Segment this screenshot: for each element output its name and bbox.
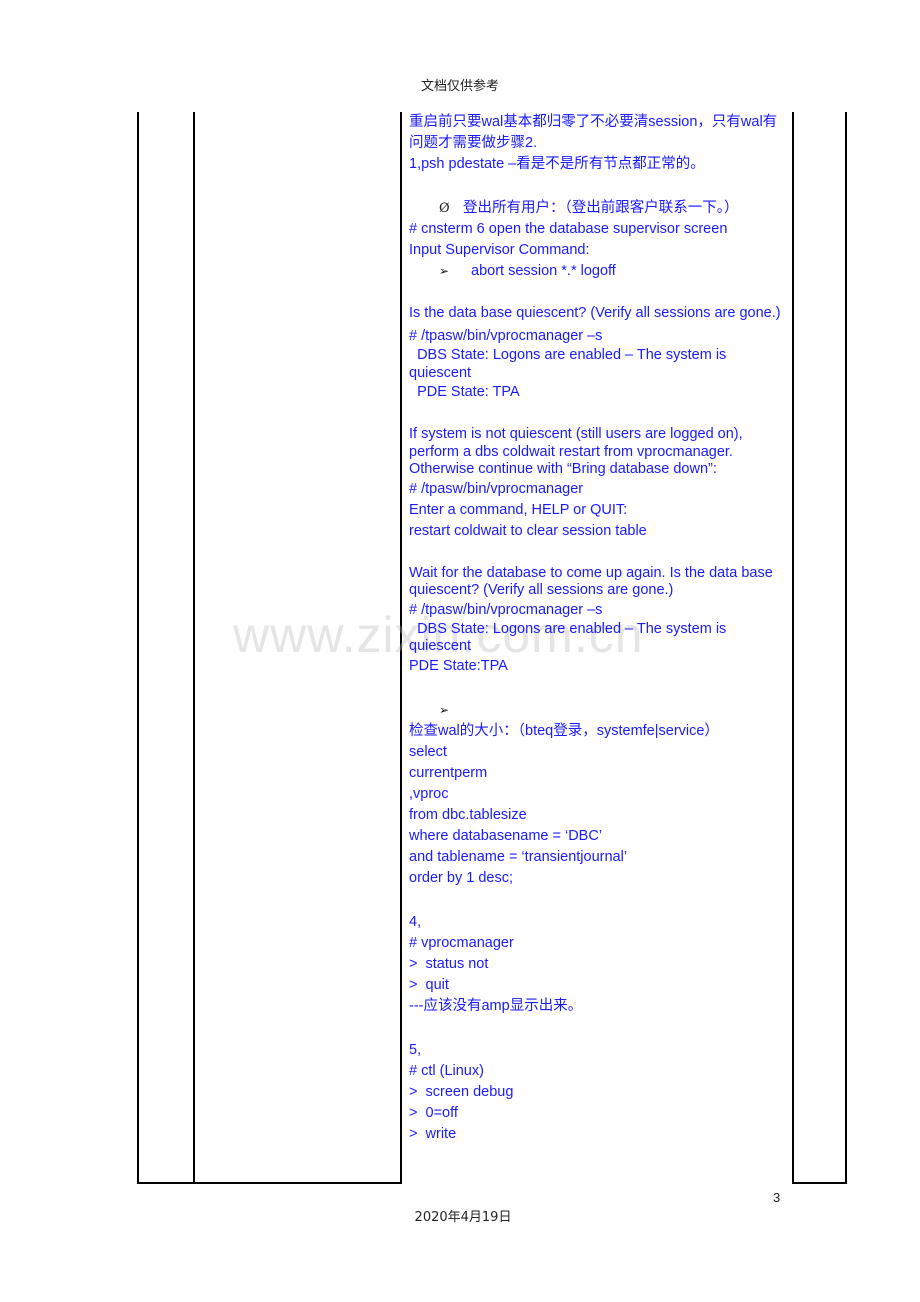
cnsterm-command: # cnsterm 6 open the database supervisor… xyxy=(409,221,728,237)
table-col-divider-2 xyxy=(400,112,402,1184)
page-header: 文档仅供参考 xyxy=(420,79,499,94)
vprocmanager-command-2: # /tpasw/bin/vprocmanager xyxy=(409,480,584,497)
step5-block: 5, # ctl (Linux) > screen debug > 0=off … xyxy=(409,1040,785,1145)
step4-line: # vprocmanager xyxy=(409,934,514,951)
wait-for-database: Wait for the database to come up again. … xyxy=(409,564,777,599)
enter-command-prompt: Enter a command, HELP or QUIT: xyxy=(409,501,628,518)
table-cell-content: 重启前只要wal基本都归零了不必要清session，只有wal有问题才需要做步骤… xyxy=(409,112,785,1145)
step4-line: > quit xyxy=(409,976,449,993)
arrow-bullet-icon: ➢ xyxy=(439,702,450,717)
sql-query: select currentperm ,vproc from dbc.table… xyxy=(409,742,785,889)
pde-state-2: PDE State:TPA xyxy=(409,657,508,674)
step4-block: 4, # vprocmanager > status not > quit --… xyxy=(409,912,785,1017)
restart-coldwait: restart coldwait to clear session table xyxy=(409,522,647,539)
vprocmanager-s-command-2: # /tpasw/bin/vprocmanager –s xyxy=(409,601,603,618)
sql-line: select xyxy=(409,743,447,760)
step4-line: 4, xyxy=(409,913,422,930)
step1-psh-pdestate: 1,psh pdestate –看是不是所有节点都正常的。 xyxy=(409,156,705,172)
sql-line: ,vproc xyxy=(409,785,449,802)
arrow-bullet-item-2: ➢ xyxy=(409,700,785,721)
pde-state-1: PDE State: TPA xyxy=(409,384,520,400)
logout-users-item: Ø 登出所有用户：（登出前跟客户联系一下。） xyxy=(409,198,785,219)
sql-line: currentperm xyxy=(409,764,488,781)
table-bottom-border-left xyxy=(137,1182,402,1184)
abort-session-text: abort session *.* logoff xyxy=(471,263,616,279)
table-col-divider-3 xyxy=(792,112,794,1184)
table-border-left xyxy=(137,112,139,1184)
footer-date: 2020年4月19日 xyxy=(414,1210,512,1225)
vprocmanager-s-command-1: # /tpasw/bin/vprocmanager –s xyxy=(409,328,603,344)
sql-line: from dbc.tablesize xyxy=(409,806,527,823)
step4-line: ---应该没有amp显示出来。 xyxy=(409,997,583,1014)
null-bullet-icon: Ø xyxy=(439,201,450,216)
check-wal-size: 检查wal的大小：（bteq登录，systemfe|service） xyxy=(409,722,719,739)
sql-line: order by 1 desc; xyxy=(409,869,513,886)
restart-note: 重启前只要wal基本都归零了不必要清session，只有wal有问题才需要做步骤… xyxy=(409,114,778,151)
not-quiescent-instructions: If system is not quiescent (still users … xyxy=(409,426,747,477)
step5-line: > write xyxy=(409,1125,457,1142)
step5-line: > screen debug xyxy=(409,1083,514,1100)
page-number: 3 xyxy=(773,1190,781,1205)
sql-line: where databasename = ‘DBC’ xyxy=(409,827,603,844)
dbs-state-2: DBS State: Logons are enabled – The syst… xyxy=(409,620,731,655)
step5-line: > 0=off xyxy=(409,1104,458,1121)
table-bottom-border-right xyxy=(792,1182,847,1184)
step5-line: 5, xyxy=(409,1041,422,1058)
abort-session-item: ➢ abort session *.* logoff xyxy=(409,261,785,282)
step4-line: > status not xyxy=(409,955,489,972)
sql-line: and tablename = ‘transientjournal’ xyxy=(409,848,628,865)
step5-line: # ctl (Linux) xyxy=(409,1062,484,1079)
logout-users-text: 登出所有用户：（登出前跟客户联系一下。） xyxy=(463,200,739,216)
dbs-state-1: DBS State: Logons are enabled – The syst… xyxy=(409,347,731,381)
table-col-divider-1 xyxy=(193,112,195,1184)
table-border-right xyxy=(845,112,847,1184)
input-supervisor-prompt: Input Supervisor Command: xyxy=(409,242,590,258)
arrow-bullet-icon: ➢ xyxy=(439,264,450,278)
quiescent-question-1: Is the data base quiescent? (Verify all … xyxy=(409,305,781,321)
